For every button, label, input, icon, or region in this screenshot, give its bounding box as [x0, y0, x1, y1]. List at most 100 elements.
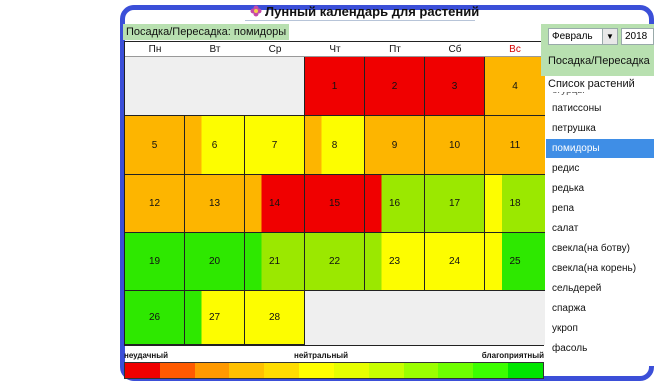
plant-list[interactable]: Список растений огурцы патиссоны петрушка…	[546, 76, 654, 366]
empty-day-area	[305, 291, 545, 345]
legend-neutral-label: нейтральный	[294, 351, 349, 360]
plant-list-item[interactable]: спаржа	[546, 299, 654, 318]
calendar-day-cell[interactable]: 28	[245, 291, 305, 345]
calendar-day-number: 22	[328, 256, 341, 267]
legend-scale-segment	[299, 363, 334, 378]
calendar-day-number: 5	[151, 139, 158, 151]
legend-scale-segment	[333, 363, 369, 378]
plant-list-item[interactable]: фасоль	[546, 339, 654, 358]
plant-list-item[interactable]: сельдерей	[546, 279, 654, 298]
legend-scale-segment	[403, 363, 439, 378]
calendar-day-cell[interactable]: 13	[185, 175, 245, 233]
weekday-header: Вт	[185, 42, 245, 57]
calendar-day-cell[interactable]: 9	[365, 116, 425, 175]
calendar-day-number: 11	[509, 139, 521, 151]
plant-list-item[interactable]: помидоры	[546, 139, 654, 158]
calendar-day-number: 14	[268, 198, 281, 209]
calendar-day-cell[interactable]: 21	[245, 233, 305, 291]
calendar-day-cell[interactable]: 19	[125, 233, 185, 291]
calendar-day-number: 6	[211, 139, 218, 151]
legend-color-scale	[124, 362, 544, 379]
month-select-value: Февраль	[552, 31, 593, 42]
calendar-day-cell[interactable]: 10	[425, 116, 485, 175]
calendar-day-cell[interactable]: 22	[305, 233, 365, 291]
weekday-header: Чт	[305, 42, 365, 57]
legend-bad-label: неудачный	[124, 351, 168, 360]
month-select[interactable]: Февраль ▼	[548, 28, 618, 45]
calendar-day-number: 21	[268, 256, 281, 267]
plant-list-item[interactable]: свекла(на ботву)	[546, 239, 654, 258]
calendar-day-number: 10	[448, 139, 461, 151]
chevron-down-icon[interactable]: ▼	[602, 29, 617, 44]
mode-select[interactable]: Посадка/Пересадка	[548, 53, 654, 69]
calendar-day-number: 15	[328, 198, 341, 209]
plant-list-item[interactable]: патиссоны	[546, 99, 654, 118]
calendar-day-number: 1	[331, 80, 338, 92]
calendar-day-cell[interactable]: 17	[425, 175, 485, 233]
calendar-day-number: 26	[148, 312, 161, 323]
legend-scale-segment	[438, 363, 474, 378]
calendar-day-number: 28	[268, 312, 281, 323]
flower-icon	[250, 5, 262, 17]
calendar-day-number: 2	[391, 80, 398, 92]
calendar-day-cell[interactable]: 3	[425, 57, 485, 116]
title-divider	[245, 20, 475, 21]
calendar-day-number: 8	[331, 139, 338, 151]
weekday-header: Сб	[425, 42, 485, 57]
calendar-day-cell[interactable]: 6	[185, 116, 245, 175]
calendar-day-cell[interactable]: 20	[185, 233, 245, 291]
calendar-day-number: 17	[448, 198, 461, 209]
calendar-day-cell[interactable]: 26	[125, 291, 185, 345]
legend-scale-segment	[194, 363, 230, 378]
plant-list-header: Список растений	[548, 76, 652, 92]
calendar-day-cell[interactable]: 2	[365, 57, 425, 116]
plant-list-item[interactable]: салат	[546, 219, 654, 238]
calendar-day-cell[interactable]: 1	[305, 57, 365, 116]
calendar-day-number: 3	[451, 80, 458, 92]
empty-day-area	[125, 57, 305, 116]
calendar-day-cell[interactable]: 14	[245, 175, 305, 233]
year-field[interactable]: 2018	[621, 28, 654, 45]
calendar-day-cell[interactable]: 18	[485, 175, 545, 233]
calendar-day-cell[interactable]: 12	[125, 175, 185, 233]
window-title-text: Лунный календарь для растений	[265, 4, 480, 19]
calendar-day-cell[interactable]: 25	[485, 233, 545, 291]
plant-list-item[interactable]: свекла(на корень)	[546, 259, 654, 278]
calendar-day-cell[interactable]: 15	[305, 175, 365, 233]
legend-scale-segment	[508, 363, 543, 378]
plant-list-item[interactable]: петрушка	[546, 119, 654, 138]
calendar-day-number: 12	[148, 198, 161, 209]
legend-scale-segment	[159, 363, 195, 378]
weekday-header: Ср	[245, 42, 305, 57]
calendar-day-number: 16	[388, 198, 401, 209]
calendar-day-number: 13	[208, 198, 221, 209]
calendar-day-number: 4	[512, 80, 518, 92]
calendar-day-cell[interactable]: 7	[245, 116, 305, 175]
plant-list-item[interactable]: репа	[546, 199, 654, 218]
legend-labels: неудачный нейтральный благоприятный	[124, 351, 544, 361]
calendar-grid: Пн Вт Ср Чт Пт Сб Вс 1 2 3 4 5 6 7 8 9 10 11 12 13 14 15 16 17 1…	[124, 41, 545, 346]
calendar-day-number: 23	[388, 256, 401, 267]
calendar-day-number: 9	[391, 139, 398, 151]
weekday-header: Вс	[485, 42, 545, 57]
calendar-day-cell[interactable]: 8	[305, 116, 365, 175]
calendar-day-cell[interactable]: 5	[125, 116, 185, 175]
calendar-day-number: 18	[509, 198, 521, 209]
weekday-header: Пт	[365, 42, 425, 57]
legend-scale-segment	[473, 363, 509, 378]
calendar-day-number: 7	[271, 139, 278, 151]
calendar-day-number: 19	[148, 256, 161, 267]
calendar-day-cell[interactable]: 4	[485, 57, 545, 116]
plant-list-item[interactable]: редис	[546, 159, 654, 178]
plant-list-item[interactable]: редька	[546, 179, 654, 198]
legend-scale-segment	[229, 363, 265, 378]
calendar-day-cell[interactable]: 27	[185, 291, 245, 345]
legend-scale-segment	[264, 363, 300, 378]
calendar-day-cell[interactable]: 16	[365, 175, 425, 233]
calendar-day-cell[interactable]: 23	[365, 233, 425, 291]
legend-good-label: благоприятный	[481, 351, 544, 360]
plant-list-item[interactable]: укроп	[546, 319, 654, 338]
calendar-day-cell[interactable]: 24	[425, 233, 485, 291]
calendar-day-cell[interactable]: 11	[485, 116, 545, 175]
calendar-day-number: 24	[448, 256, 461, 267]
